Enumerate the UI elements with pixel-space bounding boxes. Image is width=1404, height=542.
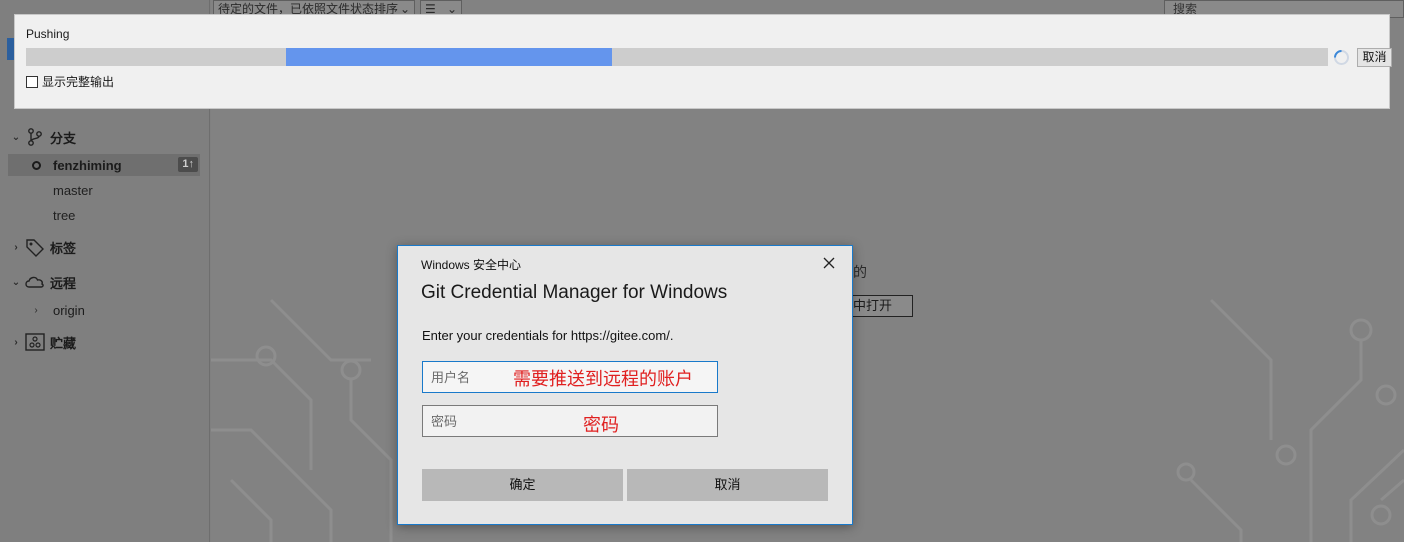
sidebar-branch-master[interactable]: master bbox=[0, 179, 200, 201]
main-message-text: 的 bbox=[853, 264, 867, 280]
branch-name: master bbox=[53, 182, 93, 198]
username-field-wrapper bbox=[422, 361, 718, 393]
sidebar-section-label: 分支 bbox=[50, 130, 77, 146]
tag-icon bbox=[26, 239, 44, 257]
ahead-count-badge: 1↑ bbox=[178, 157, 198, 172]
dialog-message: Enter your credentials for https://gitee… bbox=[422, 328, 674, 343]
sidebar-section-stashes[interactable]: › 贮藏 bbox=[0, 331, 200, 353]
stash-icon bbox=[25, 333, 45, 351]
sidebar-section-label: 远程 bbox=[50, 275, 77, 291]
sidebar-section-label: 标签 bbox=[50, 240, 77, 256]
sidebar-branch-current[interactable]: fenzhiming 1↑ bbox=[8, 154, 200, 176]
show-full-output-checkbox[interactable] bbox=[26, 75, 38, 88]
chevron-right-icon[interactable]: › bbox=[8, 242, 24, 253]
sidebar-remote-origin[interactable]: › origin bbox=[0, 299, 200, 321]
current-branch-icon bbox=[32, 160, 41, 170]
ok-button[interactable]: 确定 bbox=[422, 469, 623, 501]
sidebar-selected-indicator bbox=[7, 38, 14, 60]
branch-name: fenzhiming bbox=[53, 157, 122, 173]
password-field-wrapper bbox=[422, 405, 718, 437]
password-input[interactable] bbox=[423, 406, 717, 436]
chevron-down-icon[interactable]: ⌄ bbox=[8, 277, 24, 288]
sidebar-section-remotes[interactable]: ⌄ 远程 bbox=[0, 271, 200, 293]
push-progress-panel: Pushing 取消 显示完整输出 bbox=[14, 14, 1392, 109]
dialog-caption: Windows 安全中心 bbox=[421, 258, 522, 272]
push-progress-bar bbox=[26, 48, 1328, 66]
chevron-right-icon[interactable]: › bbox=[8, 337, 24, 348]
sidebar-section-branches[interactable]: ⌄ 分支 bbox=[0, 126, 200, 148]
push-cancel-button[interactable]: 取消 bbox=[1357, 48, 1392, 67]
chevron-down-icon[interactable]: ⌄ bbox=[8, 132, 24, 143]
branch-name: tree bbox=[53, 207, 76, 223]
sidebar-section-tags[interactable]: › 标签 bbox=[0, 236, 200, 258]
remote-name: origin bbox=[53, 302, 85, 318]
sidebar-branch-tree[interactable]: tree bbox=[0, 204, 200, 226]
cloud-icon bbox=[25, 276, 44, 288]
close-icon[interactable] bbox=[820, 254, 838, 272]
show-full-output-label: 显示完整输出 bbox=[42, 75, 115, 89]
credential-dialog: Windows 安全中心 Git Credential Manager for … bbox=[397, 245, 853, 525]
branch-icon bbox=[28, 128, 42, 146]
dialog-title: Git Credential Manager for Windows bbox=[421, 282, 728, 303]
chevron-right-icon[interactable]: › bbox=[28, 305, 44, 316]
push-title: Pushing bbox=[26, 27, 70, 41]
open-in-button[interactable]: 中打开 bbox=[850, 295, 913, 317]
sidebar-section-label: 贮藏 bbox=[50, 335, 77, 351]
loading-spinner-icon bbox=[1334, 50, 1349, 65]
show-full-output-toggle[interactable]: 显示完整输出 bbox=[26, 73, 114, 90]
cancel-button[interactable]: 取消 bbox=[627, 469, 828, 501]
push-progress-fill bbox=[286, 48, 612, 66]
username-input[interactable] bbox=[423, 362, 717, 392]
